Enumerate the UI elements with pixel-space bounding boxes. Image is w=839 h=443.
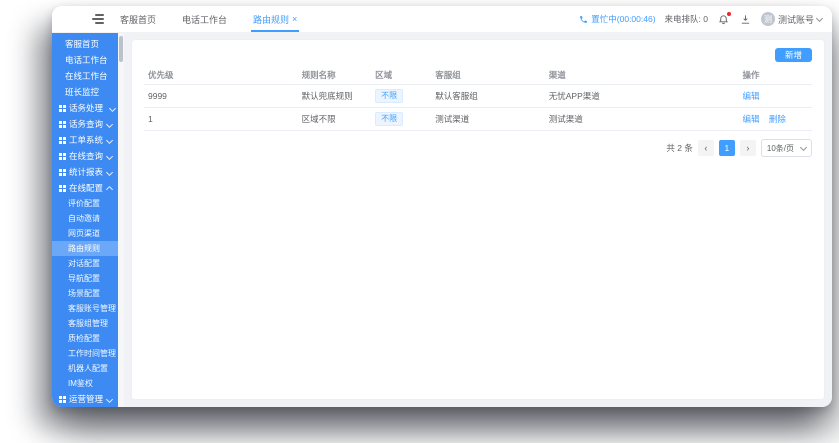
- notification-bell-button[interactable]: [717, 11, 731, 26]
- username: 测试账号: [777, 14, 814, 25]
- sidebar-scrollbar: [118, 33, 124, 407]
- tab-label: 路由规则: [253, 14, 290, 25]
- cell-rule-name: 默认兜底规则: [297, 84, 372, 108]
- sidebar-item-monitor[interactable]: 班长监控: [52, 84, 118, 100]
- pagination: 共 2 条 ‹ 1 › 10条/页: [144, 139, 812, 157]
- page-size-value: 10条/页: [766, 143, 794, 153]
- avatar: 测: [760, 12, 775, 26]
- col-actions: 操作: [738, 66, 812, 85]
- phone-icon: [579, 15, 588, 24]
- tab-phone-workbench[interactable]: 电话工作台: [182, 6, 227, 32]
- col-priority: 优先级: [144, 66, 298, 85]
- col-agent-group: 客服组: [431, 66, 545, 85]
- sidebar-item-auto-invite[interactable]: 自动邀请: [52, 211, 118, 226]
- menu-grid-icon: [59, 152, 66, 160]
- sidebar-item-agent-group-mgmt[interactable]: 客服组管理: [52, 316, 118, 331]
- topbar: 客服首页 电话工作台 路由规则 × 置忙中(00:00:46) 来电排队: 0: [52, 6, 832, 33]
- sidebar-group-ticket-system[interactable]: 工单系统: [52, 132, 118, 148]
- cell-priority: 1: [144, 107, 298, 131]
- edit-link[interactable]: 编辑: [742, 114, 759, 124]
- download-button[interactable]: [739, 13, 752, 26]
- sidebar-group-operation-mgmt[interactable]: 运营管理: [52, 391, 118, 407]
- table-row: 9999 默认兜底规则 不限 默认客服组 无忧APP渠道 编辑: [144, 84, 812, 108]
- region-tag: 不限: [375, 112, 404, 126]
- topbar-actions: 置忙中(00:00:46) 来电排队: 0 测 测试账号: [579, 11, 824, 26]
- close-icon[interactable]: ×: [292, 14, 297, 24]
- chevron-down-icon: [105, 120, 114, 128]
- page-number-button[interactable]: 1: [718, 140, 735, 156]
- collapse-sidebar-icon[interactable]: [92, 14, 104, 24]
- delete-link[interactable]: 删除: [769, 114, 786, 124]
- main-content: 新增 优先级 规则名称 区域 客服组 渠道 操作 9999 默认兜底规则 不限 …: [124, 33, 832, 407]
- sidebar-item-web-channel[interactable]: 网页渠道: [52, 226, 118, 241]
- notification-badge: [726, 11, 731, 16]
- tab-label: 电话工作台: [182, 14, 228, 25]
- add-button[interactable]: 新增: [774, 47, 812, 63]
- sidebar-group-call-handling[interactable]: 话务处理: [52, 100, 118, 116]
- chevron-down-icon: [105, 152, 114, 160]
- sidebar-group-online-query[interactable]: 在线查询: [52, 148, 118, 164]
- cell-priority: 9999: [144, 84, 298, 108]
- user-menu[interactable]: 测 测试账号: [760, 12, 824, 26]
- sidebar-item-im-auth[interactable]: IM鉴权: [52, 376, 118, 391]
- pagination-total: 共 2 条: [666, 143, 693, 153]
- sidebar-group-call-query[interactable]: 话务查询: [52, 116, 118, 132]
- sidebar-scrollbar-thumb[interactable]: [119, 36, 123, 62]
- tab-home[interactable]: 客服首页: [120, 6, 156, 32]
- sidebar-item-agent-account-mgmt[interactable]: 客服账号管理: [52, 301, 118, 316]
- sidebar-item-qc-config[interactable]: 质检配置: [52, 331, 118, 346]
- col-region: 区域: [371, 66, 432, 85]
- sidebar-item-online-workbench[interactable]: 在线工作台: [52, 68, 118, 84]
- menu-grid-icon: [59, 136, 66, 144]
- chevron-down-icon: [799, 143, 808, 152]
- sidebar: 客服首页 电话工作台 在线工作台 班长监控 话务处理 话务查询 工单系统 在线查…: [52, 33, 118, 407]
- sidebar-item-scene-config[interactable]: 场景配置: [52, 286, 118, 301]
- sidebar-item-phone-workbench[interactable]: 电话工作台: [52, 52, 118, 68]
- page-size-select[interactable]: 10条/页: [760, 139, 812, 157]
- sidebar-item-home[interactable]: 客服首页: [52, 36, 118, 52]
- tab-routing-rules[interactable]: 路由规则 ×: [251, 6, 300, 32]
- edit-link[interactable]: 编辑: [742, 91, 759, 101]
- download-icon: [740, 14, 751, 25]
- menu-grid-icon: [59, 395, 66, 403]
- next-page-button[interactable]: ›: [739, 140, 756, 156]
- menu-grid-icon: [59, 120, 66, 128]
- menu-grid-icon: [59, 104, 66, 112]
- chevron-down-icon: [108, 104, 117, 112]
- col-rule-name: 规则名称: [297, 66, 372, 85]
- queue-info: 来电排队: 0: [664, 14, 708, 24]
- agent-status-text: 置忙中(00:00:46): [591, 14, 656, 24]
- col-channel: 渠道: [544, 66, 739, 85]
- cell-agent-group: 测试渠道: [431, 107, 545, 131]
- sidebar-item-nav-config[interactable]: 导航配置: [52, 271, 118, 286]
- menu-grid-icon: [59, 168, 66, 176]
- routing-rules-card: 新增 优先级 规则名称 区域 客服组 渠道 操作 9999 默认兜底规则 不限 …: [132, 40, 824, 399]
- region-tag: 不限: [375, 89, 404, 103]
- chevron-down-icon: [105, 395, 114, 403]
- tab-label: 客服首页: [120, 14, 157, 25]
- table-header-row: 优先级 规则名称 区域 客服组 渠道 操作: [144, 66, 812, 85]
- chevron-down-icon: [105, 168, 114, 176]
- sidebar-item-robot-config[interactable]: 机器人配置: [52, 361, 118, 376]
- sidebar-item-worktime-mgmt[interactable]: 工作时间管理: [52, 346, 118, 361]
- menu-grid-icon: [59, 184, 66, 192]
- chevron-down-icon: [105, 136, 114, 144]
- chevron-down-icon: [815, 14, 824, 23]
- tab-bar: 客服首页 电话工作台 路由规则 ×: [120, 6, 300, 32]
- sidebar-item-dialog-config[interactable]: 对话配置: [52, 256, 118, 271]
- cell-rule-name: 区域不限: [297, 107, 372, 131]
- sidebar-group-statistics[interactable]: 统计报表: [52, 164, 118, 180]
- cell-channel: 测试渠道: [544, 107, 739, 131]
- sidebar-item-routing-rules[interactable]: 路由规则: [52, 241, 118, 256]
- chevron-up-icon: [105, 185, 114, 193]
- app-window: 客服首页 电话工作台 路由规则 × 置忙中(00:00:46) 来电排队: 0: [52, 6, 832, 407]
- sidebar-item-evaluation-config[interactable]: 评价配置: [52, 196, 118, 211]
- sidebar-group-online-config[interactable]: 在线配置: [52, 180, 118, 196]
- rules-table: 优先级 规则名称 区域 客服组 渠道 操作 9999 默认兜底规则 不限 默认客…: [144, 66, 812, 131]
- prev-page-button[interactable]: ‹: [697, 140, 714, 156]
- cell-channel: 无忧APP渠道: [544, 84, 739, 108]
- agent-status-toggle[interactable]: 置忙中(00:00:46): [579, 13, 656, 25]
- table-row: 1 区域不限 不限 测试渠道 测试渠道 编辑 删除: [144, 107, 812, 131]
- cell-agent-group: 默认客服组: [431, 84, 545, 108]
